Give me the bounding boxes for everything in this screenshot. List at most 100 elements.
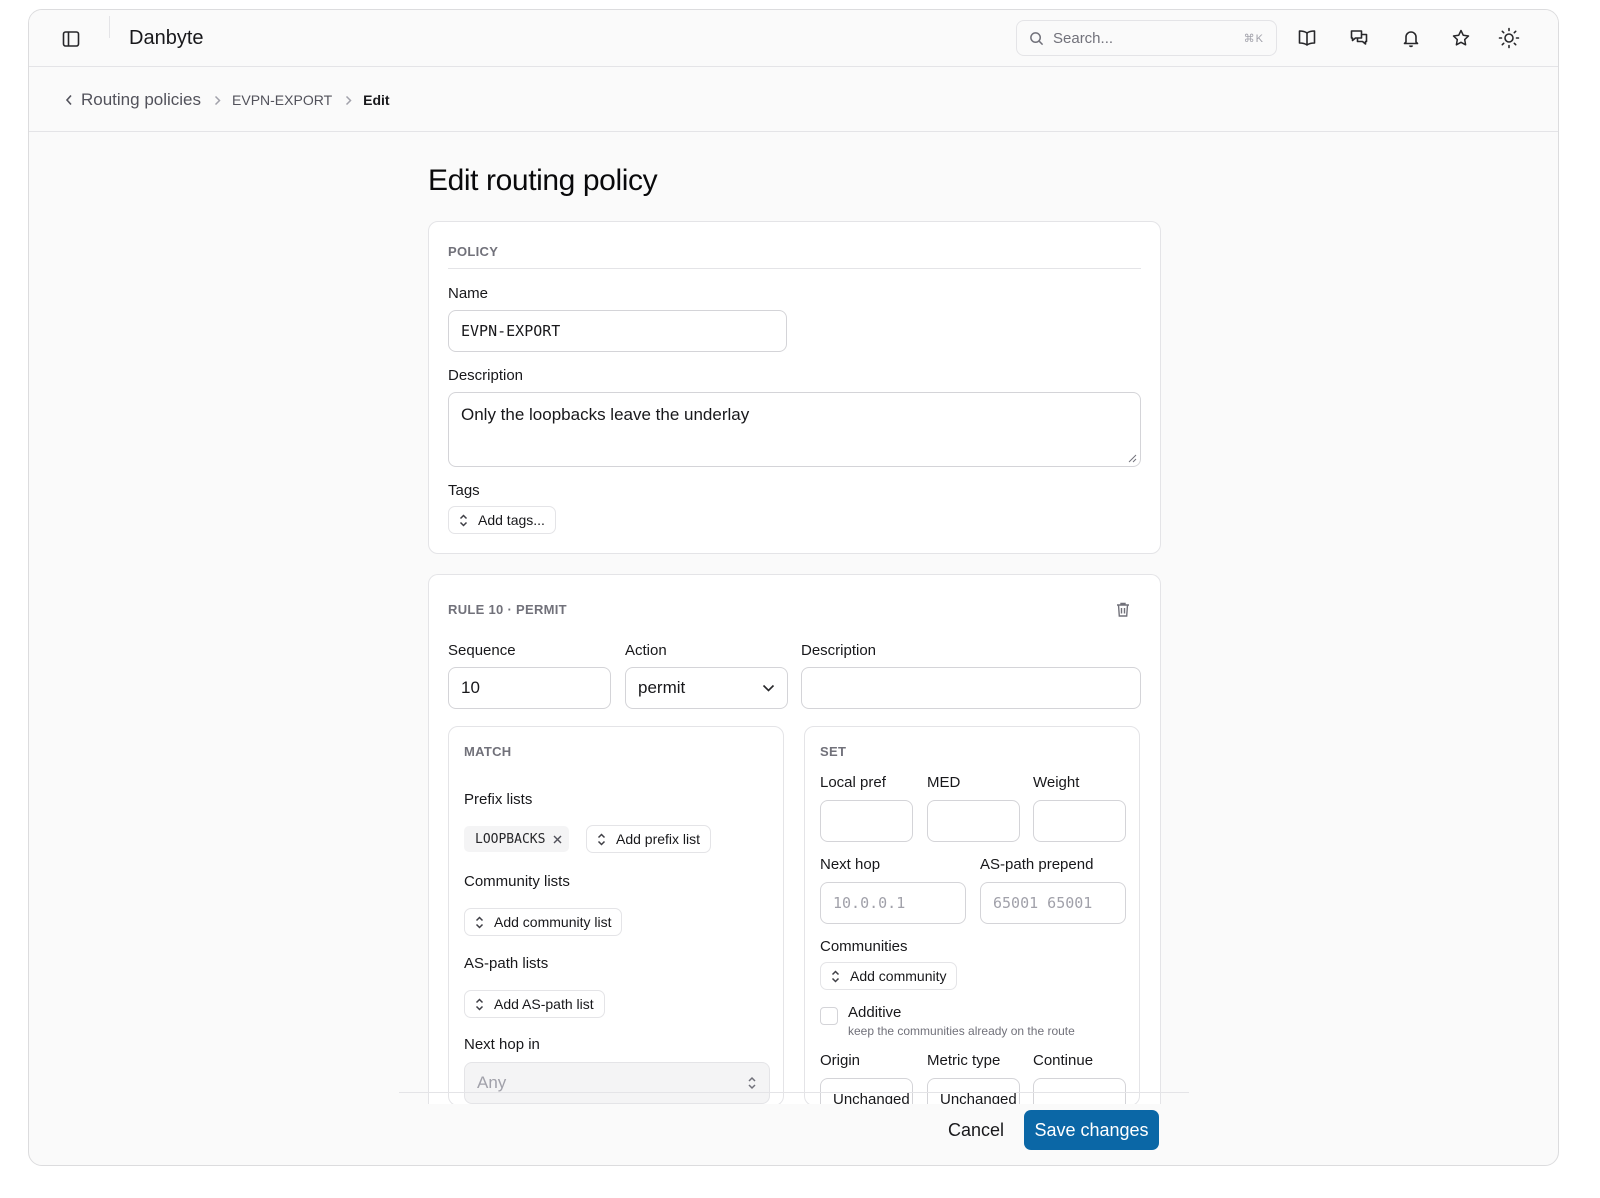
sidebar-toggle-icon[interactable]	[59, 27, 83, 51]
search-placeholder: Search...	[1053, 29, 1114, 47]
page-title: Edit routing policy	[428, 164, 658, 197]
prefix-list-tag: LOOPBACKS	[464, 826, 570, 852]
trash-icon[interactable]	[1115, 601, 1131, 623]
add-prefix-list-button[interactable]: Add prefix list	[586, 825, 712, 853]
action-label: Action	[625, 642, 667, 659]
chevron-up-down-icon	[597, 832, 606, 846]
cancel-button[interactable]: Cancel	[937, 1110, 1015, 1150]
footer-divider	[399, 1092, 1189, 1093]
next-hop-placeholder: 10.0.0.1	[833, 894, 906, 912]
search-icon	[1029, 31, 1044, 46]
add-community-label: Add community	[850, 968, 947, 984]
additive-checkbox[interactable]	[820, 1007, 838, 1025]
next-hop-in-label: Next hop in	[464, 1036, 540, 1053]
search-shortcut: ⌘K	[1243, 32, 1264, 45]
med-field[interactable]	[927, 800, 1020, 842]
weight-field[interactable]	[1033, 800, 1126, 842]
add-community-button[interactable]: Add community	[820, 962, 958, 990]
breadcrumb-item-policy[interactable]: EVPN-EXPORT	[232, 92, 332, 108]
metric-type-select[interactable]: Unchanged	[927, 1078, 1020, 1104]
chevron-up-down-icon	[475, 915, 484, 929]
continue-field[interactable]	[1033, 1078, 1126, 1104]
match-panel: MATCH Prefix lists LOOPBACKS Add prefix …	[448, 726, 784, 1104]
chevron-up-down-icon	[748, 1076, 756, 1090]
description-label: Description	[448, 367, 524, 384]
communities-label: Communities	[820, 938, 908, 955]
next-hop-in-select[interactable]: Any	[464, 1062, 770, 1104]
policy-card: POLICY Name EVPN-EXPORT Description Only…	[428, 221, 1161, 554]
additive-help-text: keep the communities already on the rout…	[848, 1024, 1075, 1038]
additive-label: Additive	[848, 1004, 902, 1021]
rule-section-label: RULE 10 · PERMIT	[448, 602, 567, 617]
breadcrumb-back-label: Routing policies	[81, 90, 202, 109]
top-bar: Danbyte Search... ⌘K	[29, 10, 1558, 67]
breadcrumb-bar: Routing policies EVPN-EXPORT Edit	[29, 67, 1558, 132]
header-divider	[109, 16, 110, 38]
sequence-label: Sequence	[448, 642, 516, 659]
local-pref-field[interactable]	[820, 800, 913, 842]
origin-select[interactable]: Unchanged	[820, 1078, 913, 1104]
sun-icon[interactable]	[1497, 26, 1521, 50]
prefix-lists-label: Prefix lists	[464, 791, 533, 808]
next-hop-in-value: Any	[477, 1073, 507, 1092]
bell-icon[interactable]	[1399, 26, 1423, 50]
chevron-down-icon	[762, 684, 775, 692]
breadcrumb-back-link[interactable]: Routing policies	[65, 90, 201, 110]
set-panel: SET Local pref MED Weight Next hop 10.0.…	[804, 726, 1140, 1104]
policy-section-label: POLICY	[448, 244, 499, 259]
add-as-path-list-button[interactable]: Add AS-path list	[464, 990, 605, 1018]
as-path-prepend-label: AS-path prepend	[980, 856, 1094, 873]
app-window: Danbyte Search... ⌘K Routing policies EV…	[28, 9, 1559, 1166]
rule-description-label: Description	[801, 642, 877, 659]
name-value: EVPN-EXPORT	[461, 322, 561, 340]
chevron-up-down-icon	[831, 969, 840, 983]
star-icon[interactable]	[1449, 26, 1473, 50]
search-input[interactable]: Search... ⌘K	[1016, 20, 1277, 56]
breadcrumb-current: Edit	[363, 92, 390, 108]
tags-label: Tags	[448, 482, 480, 499]
add-community-list-button[interactable]: Add community list	[464, 908, 623, 936]
med-label: MED	[927, 774, 961, 791]
chevron-up-down-icon	[459, 513, 468, 527]
origin-label: Origin	[820, 1052, 861, 1069]
book-icon[interactable]	[1295, 26, 1319, 50]
add-tags-button[interactable]: Add tags...	[448, 506, 556, 534]
next-hop-field[interactable]: 10.0.0.1	[820, 882, 966, 924]
breadcrumb: Routing policies EVPN-EXPORT Edit	[65, 90, 390, 110]
chat-icon[interactable]	[1347, 26, 1371, 50]
action-value: permit	[638, 678, 686, 697]
set-section-label: SET	[820, 744, 847, 759]
local-pref-label: Local pref	[820, 774, 886, 791]
chevron-up-down-icon	[475, 997, 484, 1011]
next-hop-label: Next hop	[820, 856, 881, 873]
section-divider	[448, 268, 1141, 269]
chevron-right-icon	[214, 95, 221, 106]
name-field[interactable]: EVPN-EXPORT	[448, 310, 787, 352]
rule-description-field[interactable]	[801, 667, 1141, 709]
sequence-field[interactable]: 10	[448, 667, 611, 709]
as-path-prepend-placeholder: 65001 65001	[993, 894, 1093, 912]
description-textarea[interactable]: Only the loopbacks leave the underlay	[448, 392, 1141, 467]
name-label: Name	[448, 285, 489, 302]
rule-card: RULE 10 · PERMIT Sequence 10 Action perm…	[428, 574, 1161, 1104]
continue-label: Continue	[1033, 1052, 1094, 1069]
metric-type-label: Metric type	[927, 1052, 1001, 1069]
chevron-right-icon	[345, 95, 352, 106]
sequence-value: 10	[461, 678, 480, 697]
as-path-lists-label: AS-path lists	[464, 955, 549, 972]
description-value: Only the loopbacks leave the underlay	[461, 405, 750, 424]
remove-tag-icon[interactable]	[553, 835, 562, 844]
match-section-label: MATCH	[464, 744, 512, 759]
prefix-list-tag-label: LOOPBACKS	[475, 831, 546, 847]
as-path-prepend-field[interactable]: 65001 65001	[980, 882, 1126, 924]
resize-handle-icon[interactable]	[1128, 454, 1137, 463]
save-changes-button[interactable]: Save changes	[1024, 1110, 1159, 1150]
add-tags-label: Add tags...	[478, 512, 545, 528]
action-select[interactable]: permit	[625, 667, 788, 709]
community-lists-label: Community lists	[464, 873, 570, 890]
add-as-path-list-label: Add AS-path list	[494, 996, 594, 1012]
add-prefix-list-label: Add prefix list	[616, 831, 701, 847]
weight-label: Weight	[1033, 774, 1080, 791]
chevron-left-icon	[65, 94, 72, 106]
app-title: Danbyte	[129, 27, 204, 49]
